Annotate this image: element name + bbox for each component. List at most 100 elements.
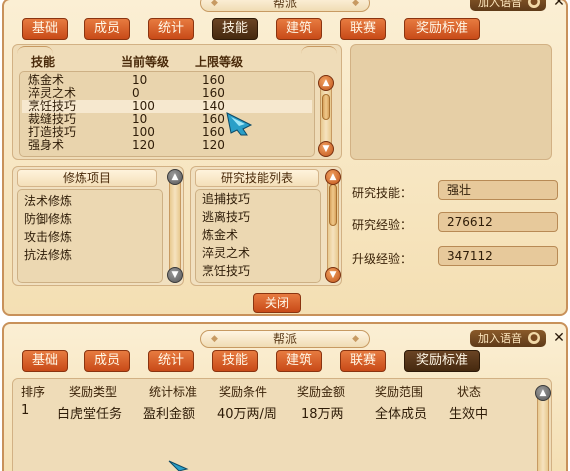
research-scrollbar[interactable] <box>327 173 339 281</box>
join-voice-button[interactable]: 加入语音 ● <box>470 330 546 347</box>
table-row[interactable]: 强身术 120 120 <box>22 139 312 152</box>
close-icon[interactable]: ✕ <box>552 0 566 11</box>
skill-table: 技能 当前等级 上限等级 炼金术 10 160 淬灵之术 0 160 烹饪技巧 100 140 裁… <box>12 44 342 160</box>
tab-buildings[interactable]: 建筑 <box>276 18 322 40</box>
cursor-pointer-icon <box>168 460 189 471</box>
cell-skill-name: 淬灵之术 <box>28 86 77 100</box>
tab-stats[interactable]: 统计 <box>148 350 194 372</box>
cell-status: 生效中 <box>449 407 489 422</box>
tab-reward-standard[interactable]: 奖励标准 <box>404 350 480 372</box>
col-header-scope: 奖励范围 <box>375 385 424 399</box>
cultivation-panel: 修炼项目 法术修炼 防御修炼 攻击修炼 抗法修炼 ▲ ▼ <box>12 166 184 286</box>
close-icon[interactable]: ✕ <box>552 330 566 347</box>
research-list-header: 研究技能列表 <box>195 169 319 187</box>
cell-max-level: 160 <box>202 112 225 126</box>
cell-current-level: 120 <box>132 138 155 152</box>
tab-reward-standard[interactable]: 奖励标准 <box>404 18 480 40</box>
cultivation-list: 法术修炼 防御修炼 攻击修炼 抗法修炼 <box>17 189 163 283</box>
tab-league[interactable]: 联赛 <box>340 18 386 40</box>
tab-skills[interactable]: 技能 <box>212 350 258 372</box>
cell-skill-name: 炼金术 <box>28 73 65 87</box>
cell-current-level: 100 <box>132 125 155 139</box>
list-item[interactable]: 淬灵之术 <box>196 244 250 262</box>
research-list: 追捕技巧 逃离技巧 炼金术 淬灵之术 烹饪技巧 <box>195 189 321 283</box>
research-exp-label: 研究经验： <box>352 218 413 232</box>
skill-list: 炼金术 10 160 淬灵之术 0 160 烹饪技巧 100 140 裁缝技巧 10 160 打造技巧 1… <box>19 71 315 157</box>
scroll-down-icon[interactable]: ▼ <box>318 141 334 157</box>
cell-max-level: 120 <box>202 138 225 152</box>
cursor-pointer-icon <box>226 112 253 136</box>
close-button[interactable]: 关闭 <box>253 293 301 313</box>
tab-basic[interactable]: 基础 <box>22 18 68 40</box>
col-header-status: 状态 <box>457 385 482 399</box>
cell-current-level: 10 <box>132 73 148 87</box>
guild-window-rewards: 帮派 加入语音 ● ✕ 基础 成员 统计 技能 建筑 联赛 奖励标准 排序 奖励… <box>2 322 568 471</box>
voice-icon: ● <box>528 0 540 8</box>
cell-condition: 40万两/周 <box>217 407 277 422</box>
col-header-max-level: 上限等级 <box>195 55 244 69</box>
reward-table: 排序 奖励类型 统计标准 奖励条件 奖励金额 奖励范围 状态 1 白虎堂任务 盈… <box>12 378 552 471</box>
tab-bar: 基础 成员 统计 技能 建筑 联赛 奖励标准 <box>14 18 484 40</box>
tab-buildings[interactable]: 建筑 <box>276 350 322 372</box>
tab-bar: 基础 成员 统计 技能 建筑 联赛 奖励标准 <box>14 350 484 372</box>
scroll-thumb[interactable] <box>322 94 330 120</box>
col-header-condition: 奖励条件 <box>219 385 268 399</box>
join-voice-button[interactable]: 加入语音 ● <box>470 0 546 11</box>
table-row[interactable]: 打造技巧 100 160 <box>22 126 312 139</box>
cell-rank: 1 <box>21 403 30 418</box>
cell-max-level: 160 <box>202 73 225 87</box>
cell-max-level: 160 <box>202 125 225 139</box>
list-item[interactable]: 攻击修炼 <box>18 228 72 246</box>
upgrade-exp-label: 升级经验： <box>352 252 413 266</box>
list-item[interactable]: 抗法修炼 <box>18 246 72 264</box>
tab-league[interactable]: 联赛 <box>340 350 386 372</box>
guild-window-skills: 帮派 加入语音 ● ✕ 基础 成员 统计 技能 建筑 联赛 奖励标准 技能 当前… <box>2 0 568 316</box>
list-item[interactable]: 烹饪技巧 <box>196 262 250 280</box>
cell-standard: 盈利金额 <box>143 407 196 422</box>
upgrade-exp-value: 347112 <box>438 246 558 266</box>
tab-members[interactable]: 成员 <box>84 18 130 40</box>
scroll-up-icon[interactable]: ▲ <box>535 385 551 401</box>
list-item[interactable]: 追捕技巧 <box>196 190 250 208</box>
col-header-rank: 排序 <box>21 385 46 399</box>
window-title: 帮派 <box>200 0 370 12</box>
research-exp-value: 276612 <box>438 212 558 232</box>
join-voice-label: 加入语音 <box>478 332 522 345</box>
scroll-down-icon[interactable]: ▼ <box>325 267 341 283</box>
cell-current-level: 10 <box>132 112 148 126</box>
window-title-text: 帮派 <box>272 0 297 10</box>
tab-stats[interactable]: 统计 <box>148 18 194 40</box>
tab-skills[interactable]: 技能 <box>212 18 258 40</box>
col-header-amount: 奖励金额 <box>297 385 346 399</box>
col-header-skill: 技能 <box>31 55 56 69</box>
list-item[interactable]: 炼金术 <box>196 226 250 244</box>
col-header-type: 奖励类型 <box>69 385 118 399</box>
cell-current-level: 100 <box>132 99 155 113</box>
list-item[interactable]: 逃离技巧 <box>196 208 250 226</box>
cell-type: 白虎堂任务 <box>57 407 123 422</box>
join-voice-label: 加入语音 <box>478 0 522 9</box>
cell-skill-name: 打造技巧 <box>28 125 77 139</box>
scroll-down-icon[interactable]: ▼ <box>167 267 183 283</box>
scroll-up-icon[interactable]: ▲ <box>318 75 334 91</box>
tab-basic[interactable]: 基础 <box>22 350 68 372</box>
col-header-standard: 统计标准 <box>149 385 198 399</box>
research-skill-value: 强壮 <box>438 180 558 200</box>
voice-icon: ● <box>528 332 540 344</box>
reward-scrollbar[interactable] <box>537 393 549 471</box>
research-list-panel: 研究技能列表 追捕技巧 逃离技巧 炼金术 淬灵之术 烹饪技巧 ▲ ▼ <box>190 166 342 286</box>
scroll-up-icon[interactable]: ▲ <box>167 169 183 185</box>
corner-ornament <box>301 46 337 58</box>
list-item[interactable]: 法术修炼 <box>18 192 72 210</box>
window-title-text: 帮派 <box>272 332 297 346</box>
cell-scope: 全体成员 <box>375 407 428 422</box>
cultivation-scrollbar[interactable] <box>169 173 181 281</box>
research-skill-label: 研究技能： <box>352 186 413 200</box>
scroll-up-icon[interactable]: ▲ <box>325 169 341 185</box>
tab-members[interactable]: 成员 <box>84 350 130 372</box>
window-title: 帮派 <box>200 330 370 348</box>
scroll-thumb[interactable] <box>329 184 337 226</box>
list-item[interactable]: 防御修炼 <box>18 210 72 228</box>
skill-preview-area <box>350 44 552 160</box>
cell-amount: 18万两 <box>301 407 344 422</box>
